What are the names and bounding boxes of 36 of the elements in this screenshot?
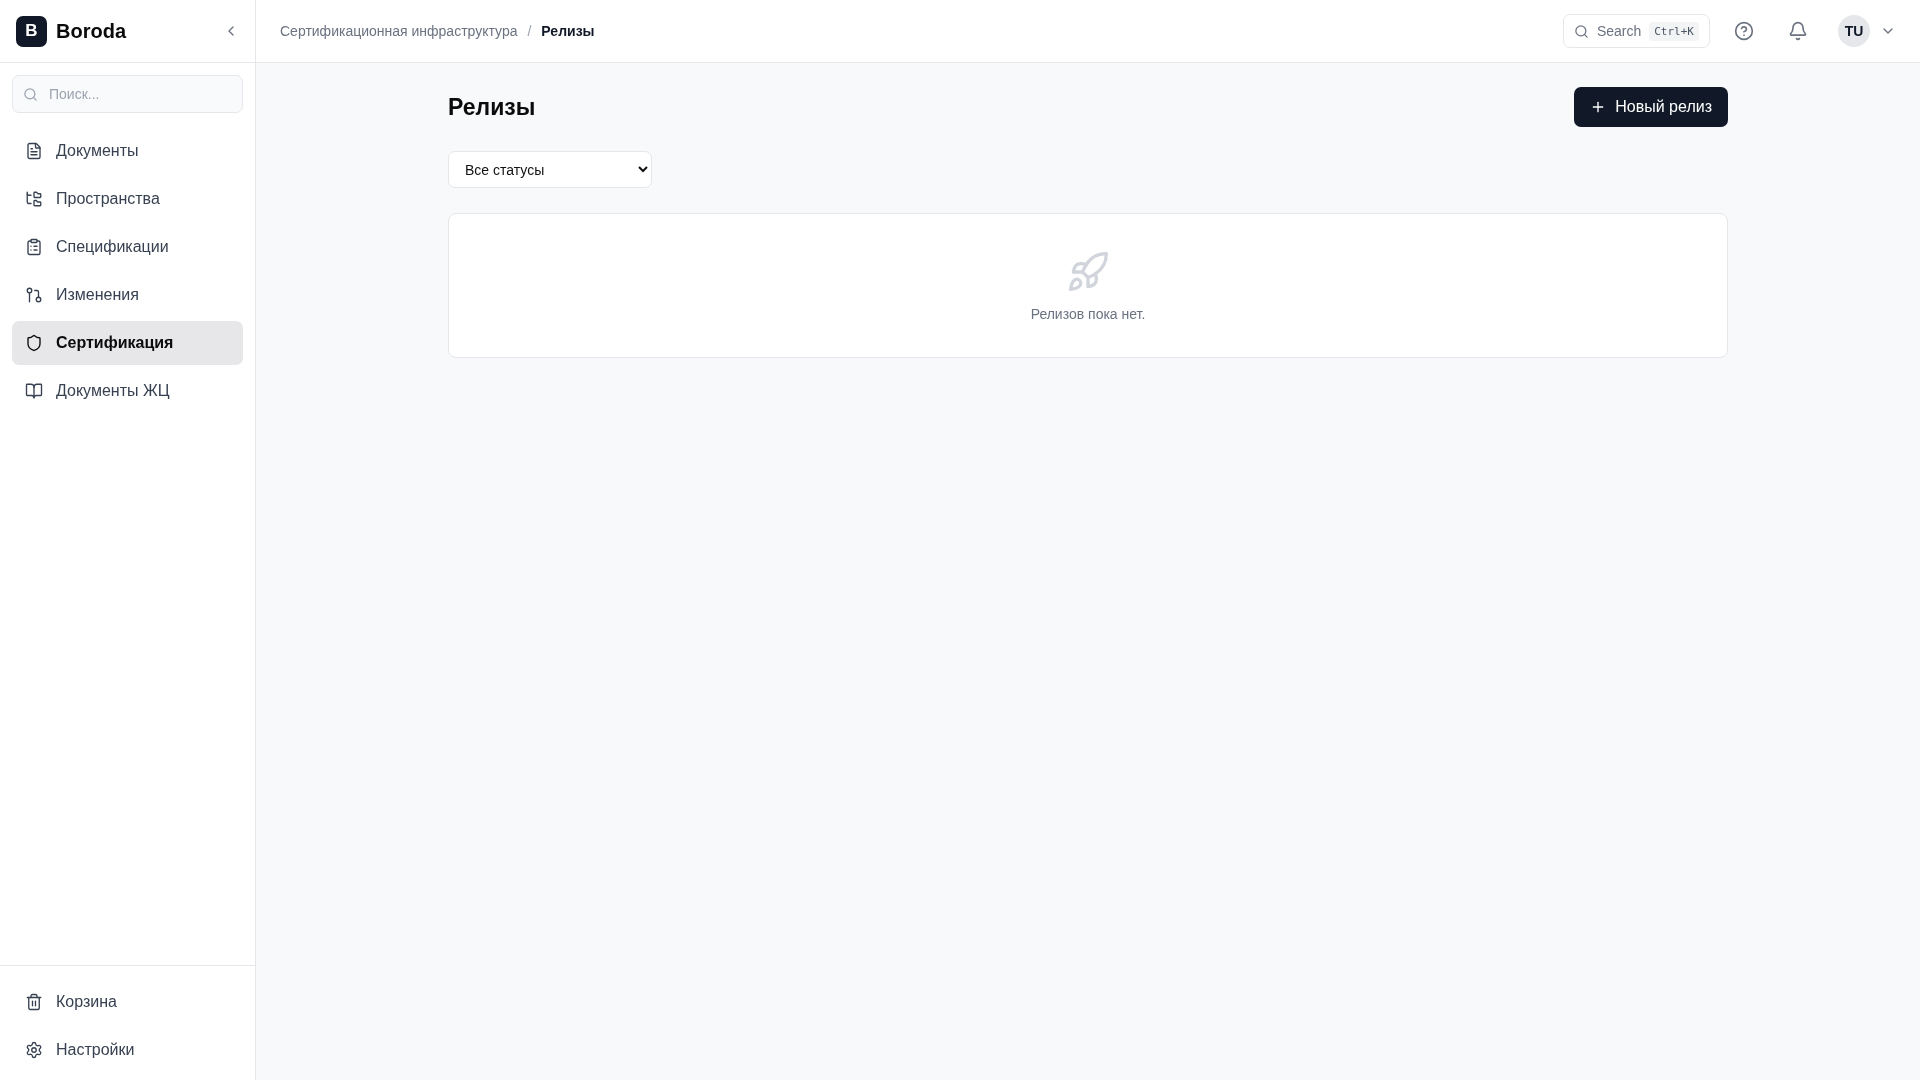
branch-icon xyxy=(25,286,43,304)
breadcrumb-separator: / xyxy=(527,23,532,39)
sidebar-item[interactable]: Настройки xyxy=(12,1028,243,1072)
empty-message: Релизов пока нет. xyxy=(1030,305,1146,322)
trash-icon xyxy=(25,993,43,1011)
breadcrumb[interactable]: Сертификационная инфраструктура xyxy=(280,23,518,39)
shield-icon xyxy=(25,334,43,352)
help-button[interactable] xyxy=(1734,21,1754,41)
status-filter[interactable]: Все статусы xyxy=(448,151,652,188)
breadcrumb[interactable]: Релизы xyxy=(541,23,595,39)
sidebar-item[interactable]: Сертификация xyxy=(12,321,243,365)
notifications-button[interactable] xyxy=(1788,21,1808,41)
user-avatar[interactable]: TU xyxy=(1838,15,1870,47)
page-title: Релизы xyxy=(448,93,536,121)
folder-tree-icon xyxy=(25,190,43,208)
clipboard-icon xyxy=(25,238,43,256)
brand-name: Boroda xyxy=(56,19,128,43)
sidebar-item[interactable]: Изменения xyxy=(12,273,243,317)
sidebar-item[interactable]: Спецификации xyxy=(12,225,243,269)
shortcut-hint: Ctrl+K xyxy=(1649,21,1699,41)
new-release-button[interactable]: Новый релиз xyxy=(1574,87,1728,127)
help-icon xyxy=(1734,21,1754,41)
search-icon xyxy=(1573,23,1589,39)
search-field[interactable]: Поиск... xyxy=(12,75,243,113)
sidebar-item[interactable]: Корзина xyxy=(12,980,243,1024)
search-button[interactable]: Search Ctrl+K xyxy=(1562,14,1710,48)
book-icon xyxy=(25,382,43,400)
bell-icon xyxy=(1788,21,1808,41)
document-icon xyxy=(25,142,43,160)
sidebar-item[interactable]: Пространства xyxy=(12,177,243,221)
logo: B xyxy=(16,15,47,47)
search-icon xyxy=(23,87,38,102)
sidebar-item[interactable]: Документы ЖЦ xyxy=(12,369,243,413)
settings-icon xyxy=(25,1041,43,1059)
sidebar-item[interactable]: Документы xyxy=(12,129,243,173)
rocket-icon xyxy=(1066,249,1110,294)
